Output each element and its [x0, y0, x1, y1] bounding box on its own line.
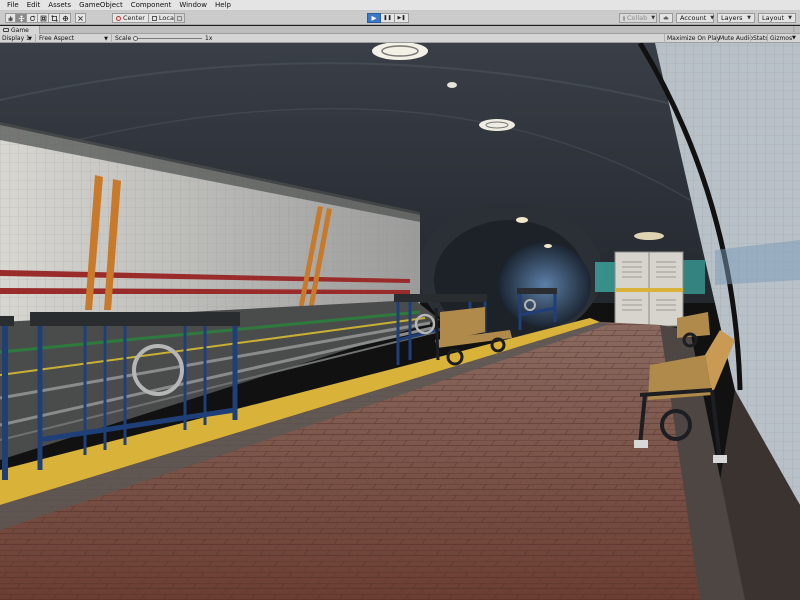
ceiling-fixture [447, 82, 457, 88]
collab-label: Collab [627, 14, 648, 22]
display-label: Display 1 [2, 35, 30, 42]
custom-tool-button[interactable] [75, 13, 86, 23]
account-caret-icon: ▼ [710, 15, 715, 21]
cloud-button[interactable] [659, 13, 673, 23]
tunnel-far-end [499, 243, 591, 327]
tab-bar: Game ⋮ [0, 26, 800, 34]
rotate-tool-button[interactable] [27, 13, 38, 23]
layout-label: Layout [762, 14, 785, 22]
gizmos-dropdown[interactable]: Gizmos [767, 34, 794, 43]
menu-assets[interactable]: Assets [44, 0, 75, 11]
scale-tool-button[interactable] [38, 13, 49, 23]
play-button[interactable]: ▶ [367, 13, 381, 23]
menu-window[interactable]: Window [175, 0, 211, 11]
gamepad-icon [3, 28, 9, 32]
transform-tool-button[interactable] [60, 13, 71, 23]
menu-edit[interactable]: Edit [23, 0, 45, 11]
menu-help[interactable]: Help [211, 0, 235, 11]
cloud-icon [663, 16, 669, 20]
layers-label: Layers [721, 14, 743, 22]
railing-top [30, 312, 240, 326]
layers-caret-icon: ▼ [747, 15, 751, 21]
game-viewport[interactable] [0, 43, 800, 600]
ceiling-light [479, 119, 515, 131]
scale-slider-track[interactable] [134, 38, 202, 39]
scale-label: Scale [115, 35, 132, 42]
move-icon [18, 14, 24, 22]
pivot-icon [116, 15, 121, 21]
menu-file[interactable]: File [3, 0, 23, 11]
display-caret-icon: ▼ [28, 35, 32, 42]
grid-snap-button[interactable] [174, 13, 185, 23]
rotate-icon [29, 15, 35, 21]
subway-station-scene [0, 43, 800, 600]
tab-game-label: Game [11, 26, 29, 34]
menu-bar: File Edit Assets GameObject Component Wi… [0, 0, 800, 11]
custom-tool-icon [78, 15, 83, 21]
pause-button[interactable]: ❚❚ [381, 13, 395, 23]
collab-icon [623, 15, 625, 21]
tab-game[interactable]: Game [0, 26, 40, 34]
step-button[interactable]: ▶❚ [395, 13, 409, 23]
transform-tools [5, 13, 86, 23]
grid-snap-group [174, 13, 185, 23]
playmode-controls: ▶ ❚❚ ▶❚ [367, 13, 409, 23]
tab-menu-icon[interactable]: ⋮ [791, 26, 797, 34]
move-tool-button[interactable] [16, 13, 27, 23]
scale-value: 1x [205, 35, 213, 42]
rect-tool-button[interactable] [49, 13, 60, 23]
hand-icon [8, 15, 13, 21]
account-label: Account [680, 14, 707, 22]
pivot-toggles: Center Local [112, 13, 180, 23]
local-space-icon [151, 15, 157, 21]
scale-slider-thumb[interactable] [133, 35, 138, 41]
aspect-dropdown[interactable]: Free Aspect ▼ [37, 34, 112, 43]
gizmos-caret-icon[interactable]: ▼ [792, 34, 796, 43]
grid-icon [177, 15, 182, 21]
pivot-center-button[interactable]: Center [112, 13, 149, 23]
collab-caret-icon: ▼ [651, 15, 656, 21]
main-toolbar: Center Local ▶ ❚❚ ▶❚ Collab ▼ Account ▼ … [0, 11, 800, 25]
aspect-label: Free Aspect [39, 35, 75, 42]
hand-tool-button[interactable] [5, 13, 16, 23]
rect-icon [50, 14, 58, 22]
transform-icon [62, 15, 68, 21]
menu-component[interactable]: Component [127, 0, 176, 11]
menu-gameobject[interactable]: GameObject [75, 0, 127, 11]
display-dropdown[interactable]: Display 1 ▼ [0, 34, 36, 43]
aspect-caret-icon: ▼ [104, 35, 108, 42]
game-view-toolbar: Display 1 ▼ Free Aspect ▼ Scale 1x Maxim… [0, 34, 800, 43]
layers-dropdown[interactable]: Layers ▼ [717, 13, 755, 23]
scale-icon [40, 15, 46, 21]
layout-dropdown[interactable]: Layout ▼ [758, 13, 796, 23]
account-dropdown[interactable]: Account ▼ [676, 13, 714, 23]
maximize-on-play-toggle[interactable]: Maximize On Play [664, 34, 722, 43]
layout-caret-icon: ▼ [788, 15, 792, 21]
pivot-center-label: Center [123, 14, 145, 22]
collab-dropdown[interactable]: Collab ▼ [619, 13, 657, 23]
